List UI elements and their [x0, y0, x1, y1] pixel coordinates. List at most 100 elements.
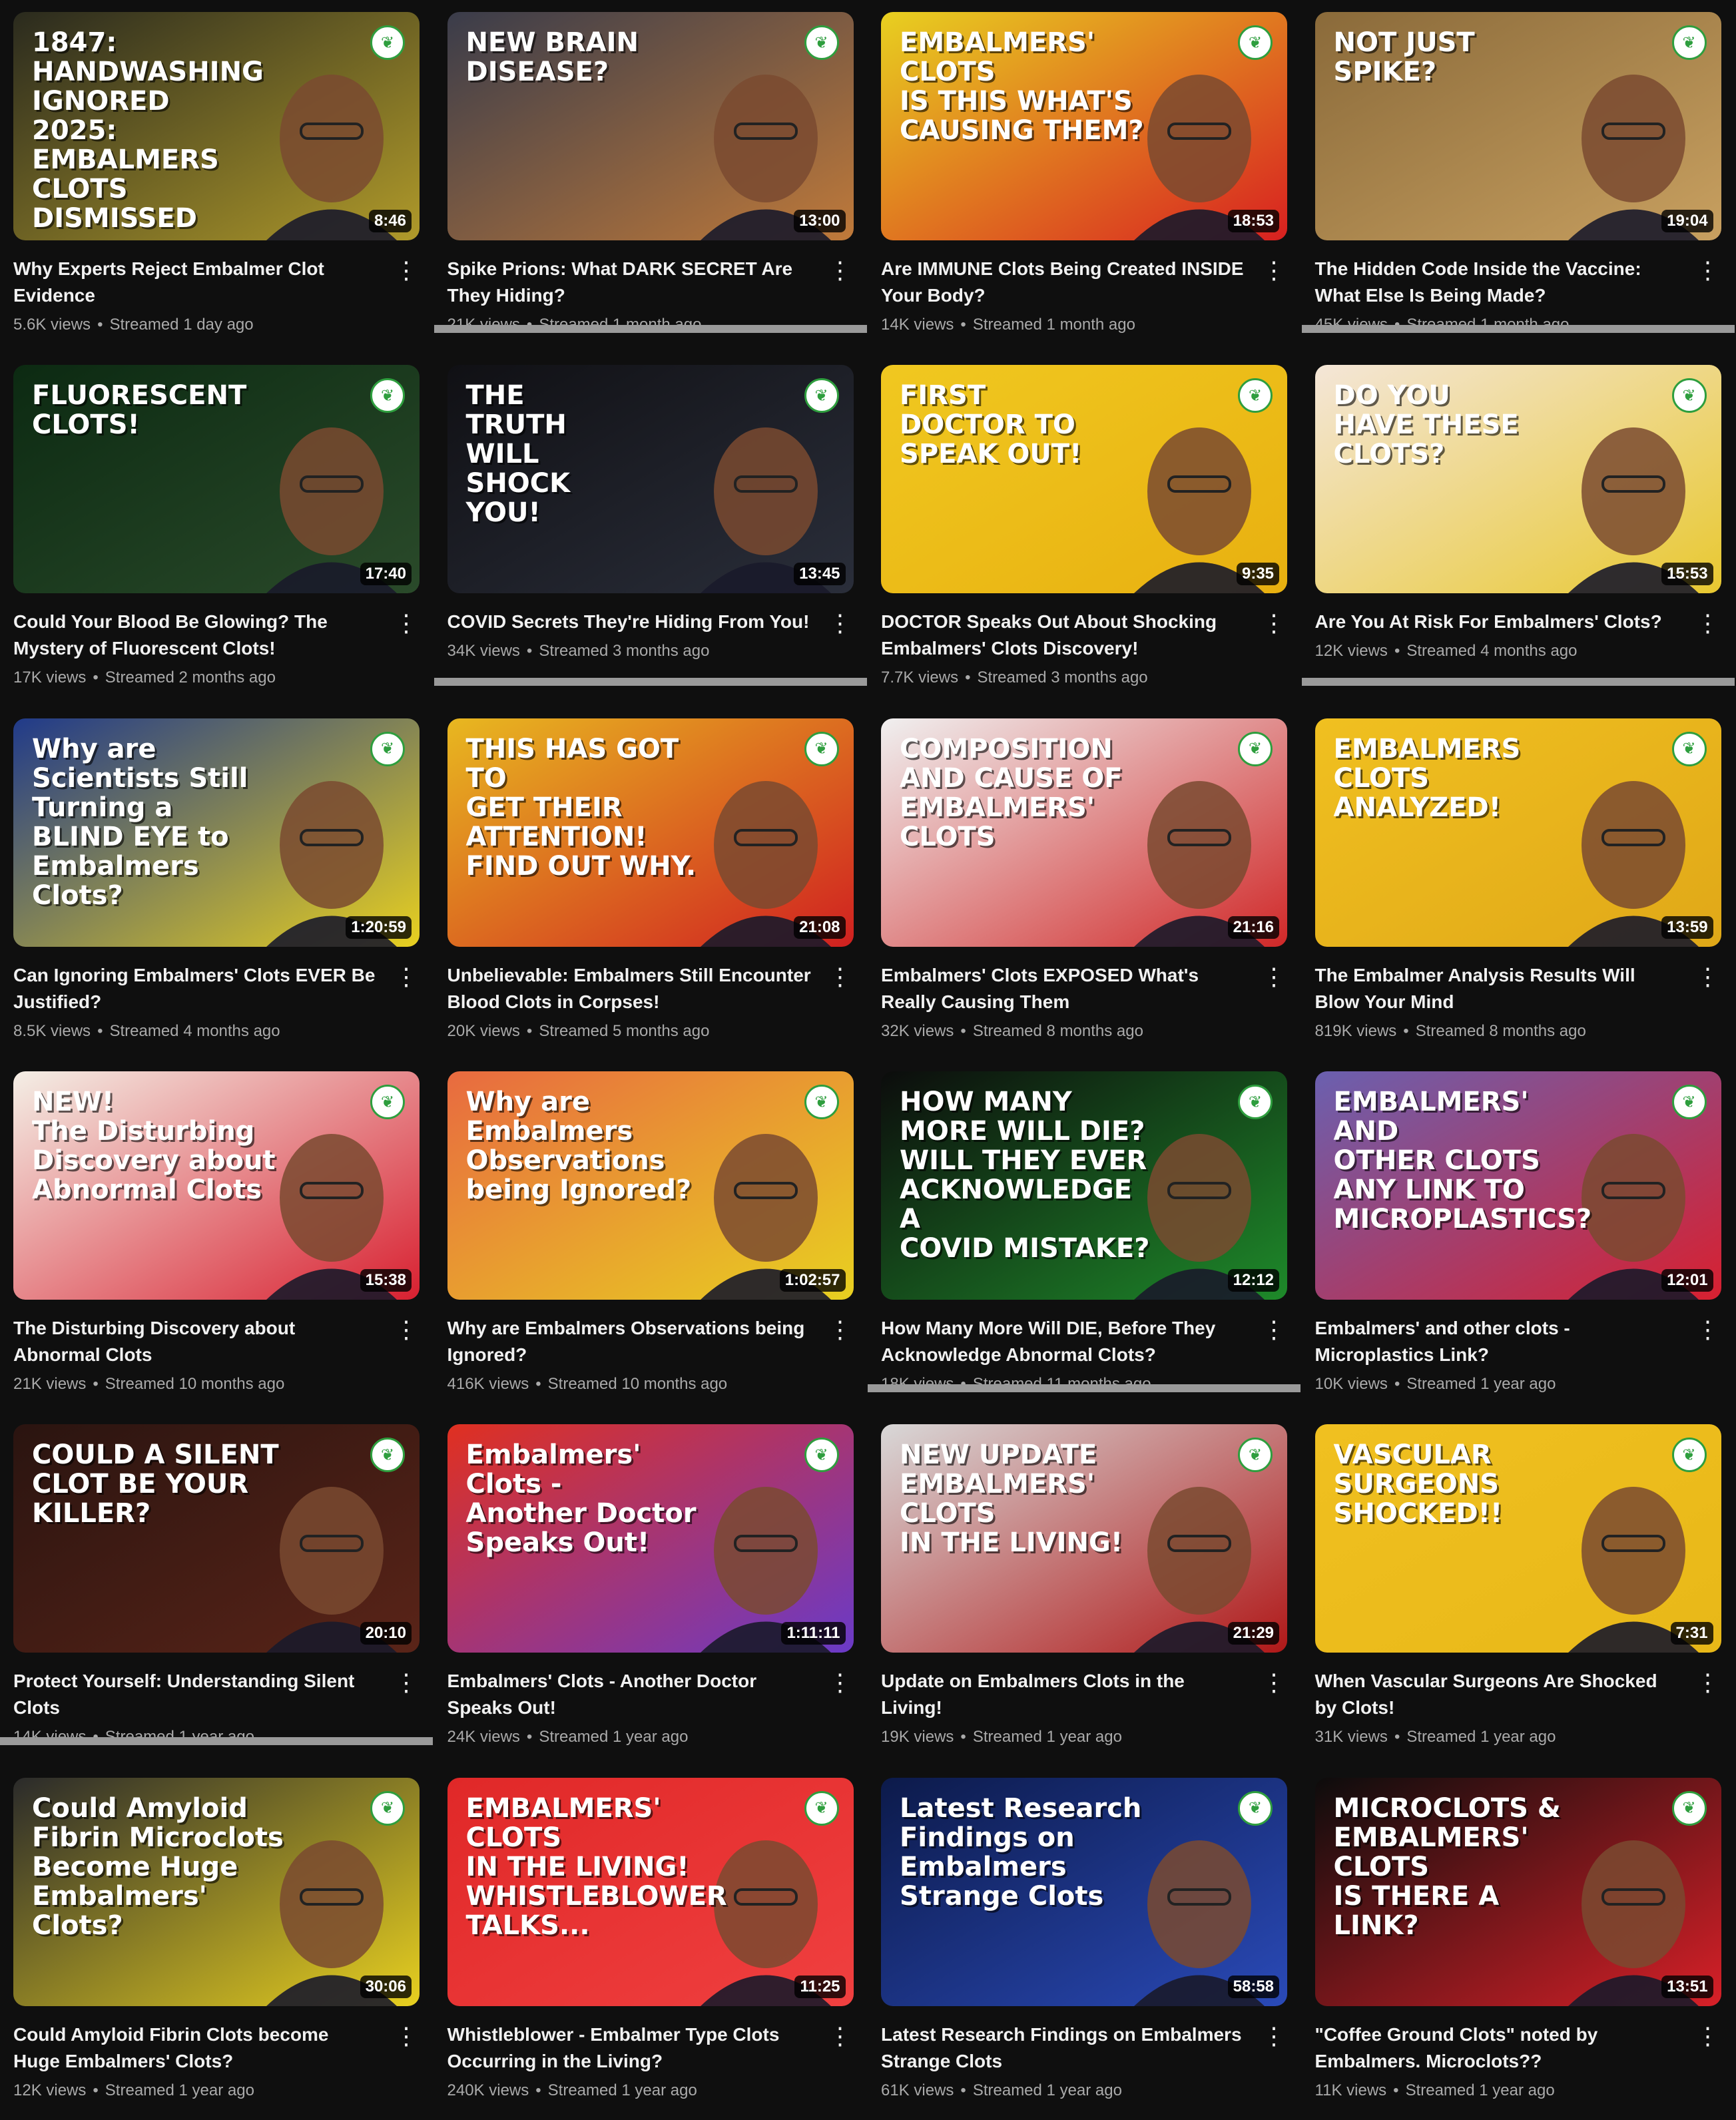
- video-thumbnail[interactable]: Could Amyloid Fibrin Microclots Become H…: [13, 1777, 420, 2006]
- video-thumbnail[interactable]: FLUORESCENT CLOTS! ❦ 17:40: [13, 365, 420, 594]
- more-vert-icon[interactable]: ⋮: [1696, 609, 1720, 638]
- video-title[interactable]: Spike Prions: What DARK SECRET Are They …: [447, 256, 814, 309]
- more-vert-icon[interactable]: ⋮: [828, 1315, 852, 1344]
- video-thumbnail[interactable]: 1847: HANDWASHING IGNORED 2025: EMBALMER…: [13, 12, 420, 240]
- video-title[interactable]: DOCTOR Speaks Out About Shocking Embalme…: [881, 609, 1247, 662]
- video-card[interactable]: Embalmers' Clots - Another Doctor Speaks…: [434, 1412, 867, 1765]
- video-thumbnail[interactable]: Why are Embalmers Observations being Ign…: [447, 1071, 854, 1300]
- video-title[interactable]: The Hidden Code Inside the Vaccine: What…: [1315, 256, 1681, 309]
- video-thumbnail[interactable]: NOT JUST SPIKE? ❦ 19:04: [1314, 12, 1721, 240]
- video-card[interactable]: NOT JUST SPIKE? ❦ 19:04 The Hidden Code Ins…: [1301, 0, 1735, 353]
- video-card[interactable]: COMPOSITION AND CAUSE OF EMBALMERS' CLOT…: [868, 706, 1301, 1059]
- more-vert-icon[interactable]: ⋮: [828, 609, 852, 638]
- more-vert-icon[interactable]: ⋮: [1696, 256, 1720, 285]
- video-thumbnail[interactable]: EMBALMERS' CLOTS IN THE LIVING! WHISTLEB…: [447, 1777, 854, 2006]
- more-vert-icon[interactable]: ⋮: [828, 2021, 852, 2051]
- more-vert-icon[interactable]: ⋮: [394, 256, 418, 285]
- video-thumbnail[interactable]: Embalmers' Clots - Another Doctor Speaks…: [447, 1424, 854, 1653]
- more-vert-icon[interactable]: ⋮: [828, 962, 852, 991]
- video-card[interactable]: VASCULAR SURGEONS SHOCKED!! ❦ 7:31 When Vas…: [1302, 1412, 1735, 1765]
- video-title[interactable]: "Coffee Ground Clots" noted by Embalmers…: [1315, 2021, 1681, 2075]
- video-title[interactable]: Latest Research Findings on Embalmers St…: [881, 2021, 1247, 2075]
- video-card[interactable]: Could Amyloid Fibrin Microclots Become H…: [0, 1766, 433, 2119]
- video-title[interactable]: Embalmers' Clots EXPOSED What's Really C…: [881, 962, 1247, 1015]
- more-vert-icon[interactable]: ⋮: [1262, 2021, 1286, 2051]
- more-vert-icon[interactable]: ⋮: [1696, 1315, 1720, 1344]
- video-title[interactable]: When Vascular Surgeons Are Shocked by Cl…: [1315, 1668, 1681, 1721]
- video-thumbnail[interactable]: NEW! The Disturbing Discovery about Abno…: [13, 1071, 420, 1300]
- video-thumbnail[interactable]: MICROCLOTS & EMBALMERS' CLOTS IS THERE A…: [1314, 1777, 1721, 2006]
- video-thumbnail[interactable]: FIRST DOCTOR TO SPEAK OUT! ❦ 9:35: [881, 365, 1288, 594]
- thumbnail-text: COMPOSITION AND CAUSE OF EMBALMERS' CLOT…: [900, 733, 1123, 852]
- video-title[interactable]: COVID Secrets They're Hiding From You!: [447, 609, 814, 635]
- video-title[interactable]: Why Experts Reject Embalmer Clot Evidenc…: [13, 256, 380, 309]
- video-card[interactable]: EMBALMERS CLOTS ANALYZED! ❦ 13:59 The Embal…: [1302, 706, 1735, 1059]
- more-vert-icon[interactable]: ⋮: [828, 256, 852, 285]
- more-vert-icon[interactable]: ⋮: [1262, 962, 1286, 991]
- video-card[interactable]: FIRST DOCTOR TO SPEAK OUT! ❦ 9:35 DOCTOR Sp…: [868, 353, 1301, 706]
- video-title[interactable]: Are You At Risk For Embalmers' Clots?: [1315, 609, 1681, 635]
- video-thumbnail[interactable]: EMBALMERS' AND OTHER CLOTS ANY LINK TO M…: [1314, 1071, 1721, 1300]
- video-title[interactable]: Protect Yourself: Understanding Silent C…: [13, 1668, 380, 1721]
- more-vert-icon[interactable]: ⋮: [1262, 1315, 1286, 1344]
- more-vert-icon[interactable]: ⋮: [394, 1668, 418, 1697]
- video-thumbnail[interactable]: THIS HAS GOT TO GET THEIR ATTENTION! FIN…: [447, 718, 854, 947]
- more-vert-icon[interactable]: ⋮: [394, 962, 418, 991]
- video-title[interactable]: Update on Embalmers Clots in the Living!: [881, 1668, 1247, 1721]
- video-thumbnail[interactable]: DO YOU HAVE THESE CLOTS? ❦ 15:53: [1314, 365, 1721, 594]
- video-title[interactable]: Could Your Blood Be Glowing? The Mystery…: [13, 609, 380, 662]
- video-title[interactable]: Unbelievable: Embalmers Still Encounter …: [447, 962, 814, 1015]
- video-title[interactable]: Whistleblower - Embalmer Type Clots Occu…: [447, 2021, 814, 2075]
- video-title[interactable]: Embalmers' and other clots - Microplasti…: [1315, 1315, 1681, 1368]
- video-thumbnail[interactable]: COMPOSITION AND CAUSE OF EMBALMERS' CLOT…: [881, 718, 1288, 947]
- video-card[interactable]: 1847: HANDWASHING IGNORED 2025: EMBALMER…: [0, 0, 433, 353]
- video-title[interactable]: How Many More Will DIE, Before They Ackn…: [881, 1315, 1247, 1368]
- video-title[interactable]: Are IMMUNE Clots Being Created INSIDE Yo…: [881, 256, 1247, 309]
- more-vert-icon[interactable]: ⋮: [1262, 256, 1286, 285]
- video-thumbnail[interactable]: EMBALMERS' CLOTS IS THIS WHAT'S CAUSING …: [881, 12, 1288, 240]
- video-card[interactable]: COULD A SILENT CLOT BE YOUR KILLER? ❦ 20:1…: [0, 1412, 433, 1765]
- video-card[interactable]: NEW BRAIN DISEASE? ❦ 13:00 Spike Prions: Wh…: [434, 0, 867, 353]
- more-vert-icon[interactable]: ⋮: [1262, 609, 1286, 638]
- video-card[interactable]: Why are Scientists Still Turning a BLIND…: [0, 706, 433, 1059]
- video-card[interactable]: HOW MANY MORE WILL DIE? WILL THEY EVER A…: [868, 1059, 1301, 1412]
- stream-age: Streamed 1 year ago: [1406, 1728, 1556, 1746]
- video-thumbnail[interactable]: Latest Research Findings on Embalmers St…: [881, 1777, 1288, 2006]
- video-card[interactable]: FLUORESCENT CLOTS! ❦ 17:40 Could Your Blood…: [0, 353, 433, 706]
- video-title[interactable]: Why are Embalmers Observations being Ign…: [447, 1315, 814, 1368]
- video-title[interactable]: Can Ignoring Embalmers' Clots EVER Be Ju…: [13, 962, 380, 1015]
- more-vert-icon[interactable]: ⋮: [1696, 1668, 1720, 1697]
- video-thumbnail[interactable]: NEW UPDATE EMBALMERS' CLOTS IN THE LIVIN…: [881, 1424, 1288, 1653]
- video-card[interactable]: Latest Research Findings on Embalmers St…: [868, 1766, 1301, 2119]
- video-title[interactable]: The Embalmer Analysis Results Will Blow …: [1315, 962, 1681, 1015]
- more-vert-icon[interactable]: ⋮: [394, 609, 418, 638]
- video-card[interactable]: MICROCLOTS & EMBALMERS' CLOTS IS THERE A…: [1302, 1766, 1735, 2119]
- video-thumbnail[interactable]: NEW BRAIN DISEASE? ❦ 13:00: [447, 12, 854, 240]
- video-card[interactable]: THIS HAS GOT TO GET THEIR ATTENTION! FIN…: [434, 706, 867, 1059]
- video-title[interactable]: The Disturbing Discovery about Abnormal …: [13, 1315, 380, 1368]
- more-vert-icon[interactable]: ⋮: [394, 2021, 418, 2051]
- video-card[interactable]: NEW! The Disturbing Discovery about Abno…: [0, 1059, 433, 1412]
- more-vert-icon[interactable]: ⋮: [828, 1668, 852, 1697]
- video-thumbnail[interactable]: VASCULAR SURGEONS SHOCKED!! ❦ 7:31: [1314, 1424, 1721, 1653]
- video-card[interactable]: Why are Embalmers Observations being Ign…: [434, 1059, 867, 1412]
- view-count: 34K views: [447, 642, 520, 661]
- channel-logo-icon: ❦: [370, 731, 405, 766]
- more-vert-icon[interactable]: ⋮: [1696, 962, 1720, 991]
- video-thumbnail[interactable]: THE TRUTH WILL SHOCK YOU! ❦ 13:45: [447, 365, 854, 594]
- video-card[interactable]: NEW UPDATE EMBALMERS' CLOTS IN THE LIVIN…: [868, 1412, 1301, 1765]
- video-card[interactable]: EMBALMERS' CLOTS IN THE LIVING! WHISTLEB…: [434, 1766, 867, 2119]
- more-vert-icon[interactable]: ⋮: [394, 1315, 418, 1344]
- more-vert-icon[interactable]: ⋮: [1262, 1668, 1286, 1697]
- video-card[interactable]: EMBALMERS' CLOTS IS THIS WHAT'S CAUSING …: [868, 0, 1301, 353]
- video-card[interactable]: THE TRUTH WILL SHOCK YOU! ❦ 13:45 COVID Sec…: [434, 353, 867, 706]
- video-thumbnail[interactable]: COULD A SILENT CLOT BE YOUR KILLER? ❦ 20:1…: [13, 1424, 420, 1653]
- video-thumbnail[interactable]: Why are Scientists Still Turning a BLIND…: [13, 718, 420, 947]
- video-title[interactable]: Could Amyloid Fibrin Clots become Huge E…: [13, 2021, 380, 2075]
- video-card[interactable]: DO YOU HAVE THESE CLOTS? ❦ 15:53 Are You At…: [1301, 353, 1735, 706]
- video-thumbnail[interactable]: EMBALMERS CLOTS ANALYZED! ❦ 13:59: [1314, 718, 1721, 947]
- more-vert-icon[interactable]: ⋮: [1696, 2021, 1720, 2051]
- video-thumbnail[interactable]: HOW MANY MORE WILL DIE? WILL THEY EVER A…: [881, 1071, 1288, 1300]
- video-title[interactable]: Embalmers' Clots - Another Doctor Speaks…: [447, 1668, 814, 1721]
- video-card[interactable]: EMBALMERS' AND OTHER CLOTS ANY LINK TO M…: [1302, 1059, 1735, 1412]
